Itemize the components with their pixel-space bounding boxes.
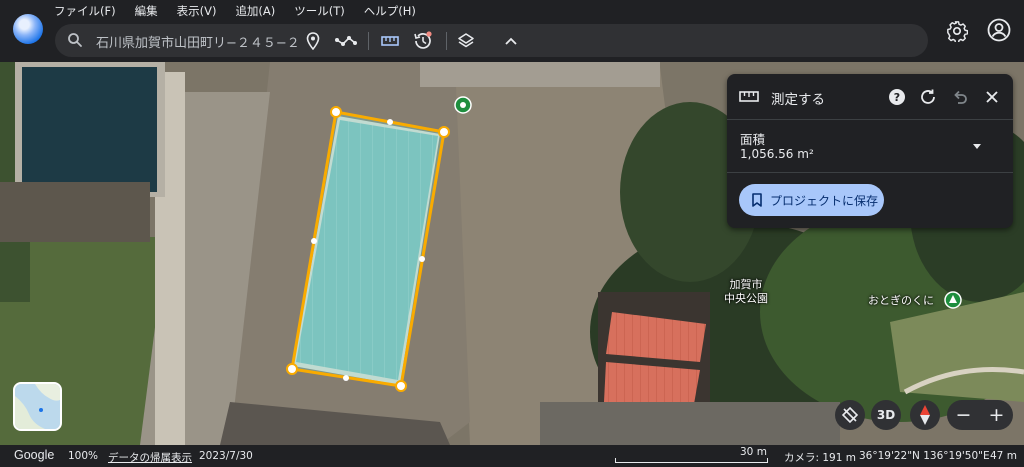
bookmark-icon: [752, 193, 762, 207]
svg-text:?: ?: [894, 91, 900, 104]
3d-toggle-button[interactable]: 3D: [871, 400, 901, 430]
ruler-icon: [739, 91, 759, 102]
zoom-control: − +: [947, 400, 1013, 430]
placemark-pin-icon[interactable]: [454, 96, 472, 118]
google-earth-logo-icon[interactable]: [13, 14, 43, 44]
chevron-up-icon[interactable]: [499, 29, 523, 53]
compass-icon: [920, 405, 930, 425]
toolbar-divider: [368, 32, 369, 50]
help-icon[interactable]: ?: [887, 87, 907, 107]
history-icon[interactable]: [411, 29, 435, 53]
measure-panel-header: 測定する ?: [727, 74, 1013, 120]
close-icon[interactable]: [982, 87, 1002, 107]
compass-button[interactable]: [910, 400, 940, 430]
measure-title: 測定する: [771, 92, 825, 108]
menu-help[interactable]: ヘルプ(H): [364, 3, 425, 19]
zoom-percentage: 100%: [68, 450, 99, 462]
menu-edit[interactable]: 編集: [135, 3, 167, 19]
status-bar: Google 100% データの帰属表示 2023/7/30 30 m カメラ:…: [0, 445, 1024, 467]
polygon-midpoint[interactable]: [387, 119, 393, 125]
zoom-in-button[interactable]: +: [980, 400, 1013, 430]
polygon-vertex[interactable]: [286, 363, 298, 375]
search-icon[interactable]: [67, 32, 83, 48]
google-brand: Google: [14, 448, 55, 462]
area-value: 1,056.56 m²: [740, 147, 814, 161]
menu-tools[interactable]: ツール(T): [294, 3, 354, 19]
account-icon[interactable]: [987, 18, 1011, 42]
building-left: [0, 182, 150, 242]
place-pin-icon[interactable]: [301, 29, 325, 53]
gear-icon[interactable]: [946, 20, 968, 42]
courtyard: [540, 402, 840, 445]
polygon-vertex[interactable]: [438, 126, 450, 138]
polygon-vertex[interactable]: [395, 380, 407, 392]
menu-file[interactable]: ファイル(F): [54, 3, 125, 19]
polygon-midpoint[interactable]: [343, 375, 349, 381]
minimap[interactable]: [13, 382, 62, 431]
area-label: 面積: [740, 132, 766, 147]
ruler-icon[interactable]: [378, 29, 402, 53]
park-label[interactable]: 加賀市 中央公園: [724, 278, 768, 306]
zoom-out-button[interactable]: −: [947, 400, 980, 430]
rotate-icon: [841, 406, 859, 424]
menu-view[interactable]: 表示(V): [177, 3, 226, 19]
menu-bar: ファイル(F) 編集 表示(V) 追加(A) ツール(T) ヘルプ(H): [54, 3, 435, 19]
coordinates: 36°19'22"N 136°19'50"E: [859, 450, 990, 462]
menu-add[interactable]: 追加(A): [235, 3, 284, 19]
polygon-vertex[interactable]: [330, 106, 342, 118]
attribution-link[interactable]: データの帰属表示: [108, 450, 192, 465]
search-bar: 石川県加賀市山田町リ−２４５−２: [55, 24, 928, 57]
panel-divider: [727, 172, 1013, 173]
undo-icon[interactable]: [950, 87, 970, 107]
save-to-project-label: プロジェクトに保存: [770, 194, 879, 208]
unit-dropdown-icon[interactable]: [971, 140, 983, 152]
park-pin-icon[interactable]: [944, 291, 962, 313]
place-label[interactable]: おとぎのくに: [868, 294, 934, 308]
save-to-project-button[interactable]: プロジェクトに保存: [739, 184, 884, 216]
parking: [420, 62, 660, 87]
pool-left: [22, 67, 157, 192]
refresh-icon[interactable]: [918, 87, 938, 107]
imagery-date: 2023/7/30: [199, 450, 253, 462]
rotate-reset-button[interactable]: [835, 400, 865, 430]
scale-label: 30 m: [740, 446, 767, 458]
camera-altitude: カメラ: 191 m: [784, 452, 856, 464]
layers-icon[interactable]: [454, 29, 478, 53]
polygon-midpoint[interactable]: [419, 256, 425, 262]
measure-panel: 測定する ? 面積 1,056.56 m² プロジェクトに保存: [727, 74, 1013, 228]
elevation: 47 m: [990, 450, 1017, 462]
app-bar: ファイル(F) 編集 表示(V) 追加(A) ツール(T) ヘルプ(H) 石川県…: [0, 0, 1024, 62]
polygon-midpoint[interactable]: [311, 238, 317, 244]
path-icon[interactable]: [334, 29, 358, 53]
minimap-image[interactable]: [15, 384, 60, 429]
scale-bar: [615, 458, 768, 463]
toolbar-divider: [446, 32, 447, 50]
